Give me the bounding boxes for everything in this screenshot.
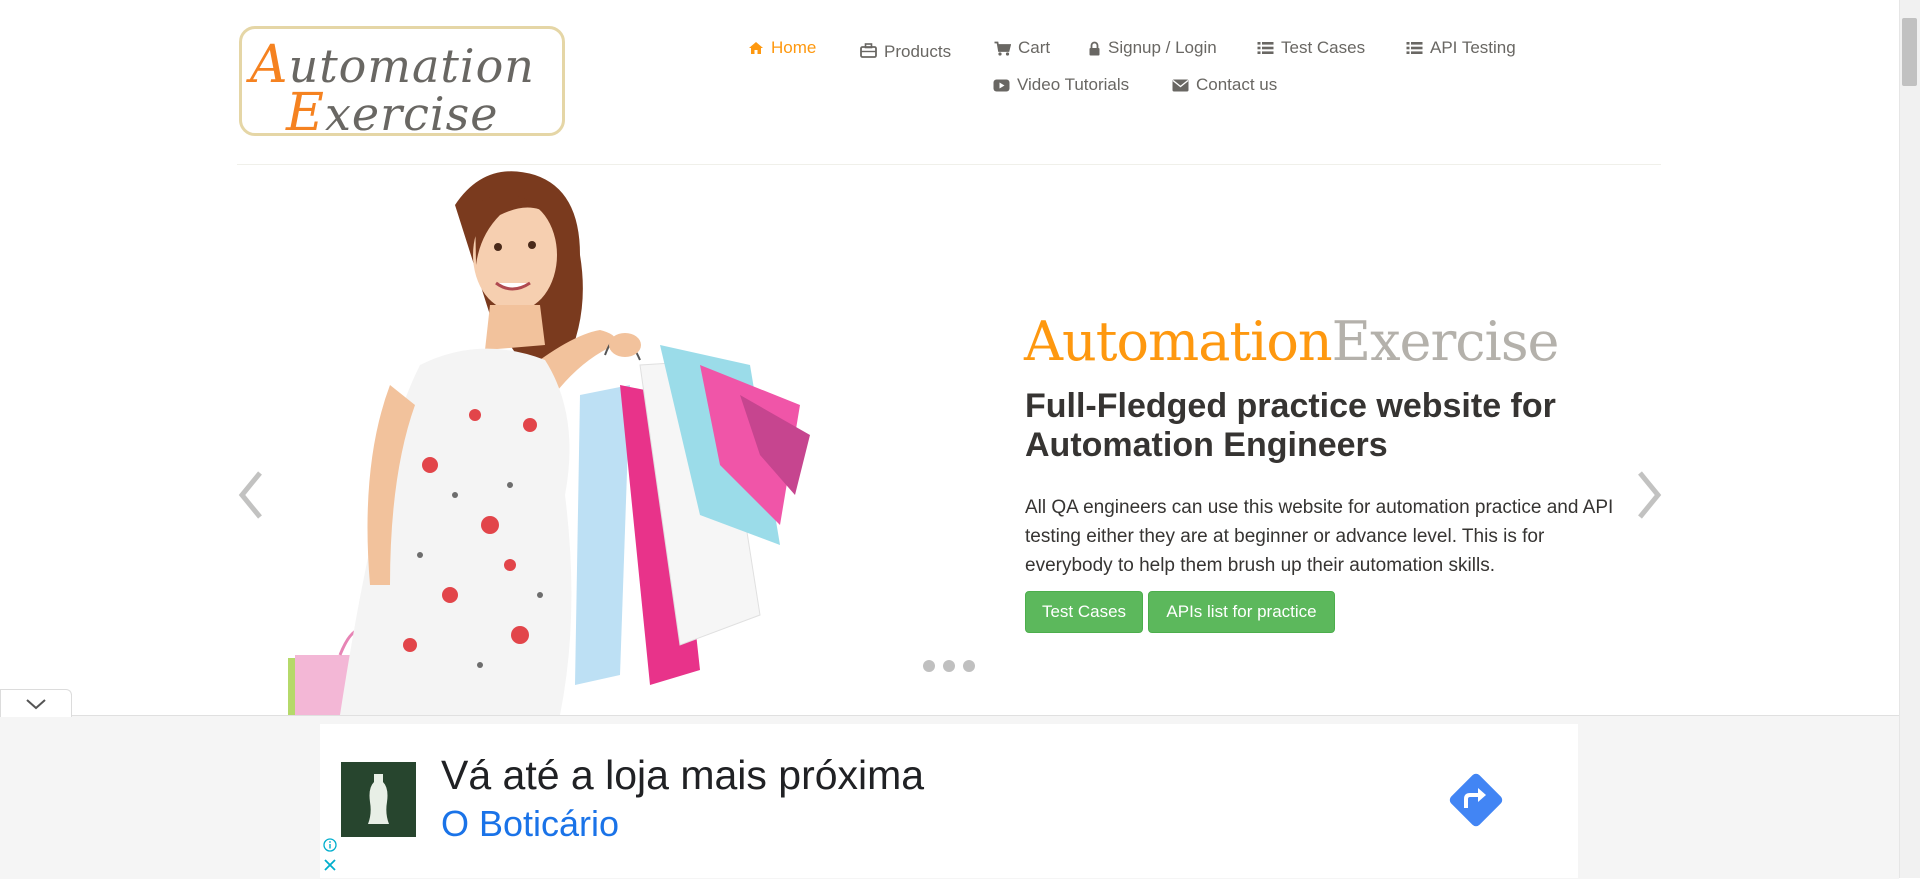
page-scrollbar[interactable] [1899,0,1920,878]
logo-cap-e: E [286,83,325,143]
envelope-icon [1172,79,1189,91]
test-cases-button[interactable]: Test Cases [1025,591,1143,633]
briefcase-icon [860,42,877,58]
nav-label-signup-login: Signup / Login [1108,38,1217,57]
page: Automation Exercise Home Products Cart S… [0,0,1899,879]
nav-label-cart: Cart [1018,38,1051,57]
nav-label-test-cases: Test Cases [1281,38,1366,57]
nav-label-contact-us: Contact us [1196,75,1278,94]
carousel-prev-button[interactable] [232,465,272,525]
ad-product-thumbnail[interactable] [341,762,416,837]
brand-part-exercise: Exercise [1331,310,1560,373]
list-icon [1257,42,1274,54]
apis-list-button[interactable]: APIs list for practice [1148,591,1335,633]
nav-home[interactable]: Home [748,38,816,58]
lock-icon [1089,41,1100,55]
hero-carousel: AutomationExercise Full-Fledged practice… [0,165,1899,715]
nav-label-home: Home [771,38,817,57]
nav-cart[interactable]: Cart [994,38,1050,58]
carousel-next-button[interactable] [1628,465,1668,525]
carousel-indicators [923,660,975,672]
ad-content[interactable] [320,724,1578,878]
site-logo[interactable]: Automation Exercise [239,26,565,143]
nav-label-video-tutorials: Video Tutorials [1017,75,1130,94]
nav-products[interactable]: Products [860,38,951,62]
home-icon [749,42,763,54]
hero-headline: Full-Fledged practice website for Automa… [1025,387,1556,464]
nav-label-api-testing: API Testing [1430,38,1516,57]
logo-line2: xercise [324,87,499,141]
shopping-girl-image [288,171,810,715]
nav-test-cases[interactable]: Test Cases [1257,38,1365,58]
ad-title[interactable]: Vá até a loja mais próxima [441,752,924,799]
ad-close-icon[interactable] [323,858,337,872]
nav-contact-us[interactable]: Contact us [1172,75,1277,95]
brand-part-automation: Automation [1024,310,1333,373]
ad-advertiser[interactable]: O Boticário [441,803,619,845]
logo-cap-a: A [250,35,289,95]
nav-api-testing[interactable]: API Testing [1406,38,1516,58]
nav-video-tutorials[interactable]: Video Tutorials [993,75,1129,95]
carousel-dot-1[interactable] [923,660,935,672]
chevron-down-icon [26,699,46,710]
nav-signup-login[interactable]: Signup / Login [1088,38,1217,58]
ad-info-icon[interactable] [323,838,337,852]
hero-brand-title: AutomationExercise [1024,310,1560,373]
carousel-dot-2[interactable] [943,660,955,672]
nav-label-products: Products [884,42,952,61]
list-icon [1406,42,1423,54]
directions-icon[interactable] [1444,768,1508,832]
cart-icon [994,41,1011,56]
youtube-icon [993,79,1010,91]
hero-description: All QA engineers can use this website fo… [1025,497,1614,576]
ad-collapse-button[interactable] [0,689,72,717]
carousel-dot-3[interactable] [963,660,975,672]
scrollbar-thumb[interactable] [1902,18,1917,86]
